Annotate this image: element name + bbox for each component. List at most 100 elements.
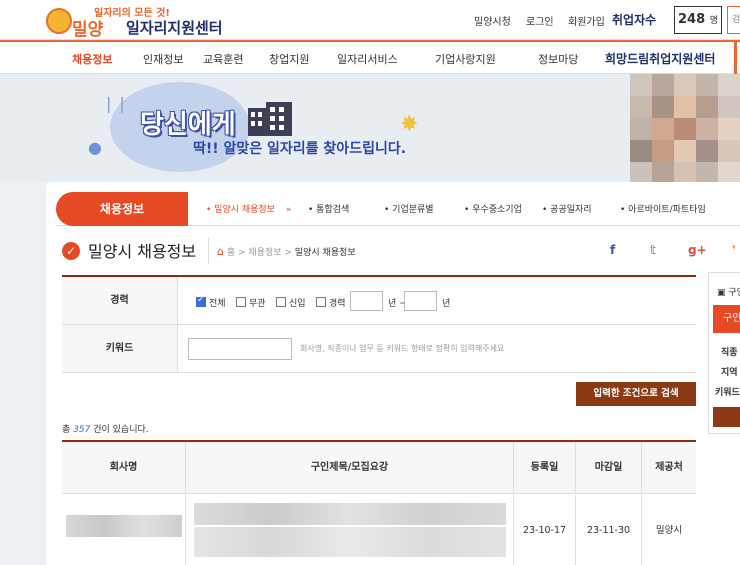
career-option-any[interactable]: 무관 (236, 296, 266, 309)
breadcrumb-jobs[interactable]: 채용정보 (248, 248, 281, 258)
cell-company[interactable] (62, 495, 186, 565)
nav-item-hope-center[interactable]: 희망드림취업지원센터 (605, 50, 715, 67)
side-tab[interactable]: 구인 (713, 305, 740, 333)
subnav-label: 공공일자리 (550, 205, 592, 215)
side-label-keyword: 키워드 (715, 388, 740, 398)
career-option-experienced[interactable]: 경력 (316, 296, 346, 309)
blurred-summary (194, 527, 506, 557)
nav-item-jobs[interactable]: 채용정보 (72, 51, 112, 67)
career-label: 경력 (62, 277, 178, 324)
home-icon[interactable]: ⌂ (217, 245, 224, 258)
col-title: 구인제목/모집요강 (186, 442, 514, 494)
subnav-item-part-time[interactable]: • 아르바이트/파트타임 (620, 202, 706, 215)
banner-subtitle: 딱!! 알맞은 일자리를 찾아드립니다. (193, 141, 407, 157)
search-form: 경력 전체 무관 신입 경력 년 ~ 년 키워드 회사명, 직종이나 업무 등 … (62, 275, 696, 373)
subnav-label: 밀양시 채용정보 (214, 205, 275, 215)
career-option-all[interactable]: 전체 (196, 295, 226, 309)
logo-badge-icon (46, 8, 72, 34)
kakaostory-icon[interactable]: ❜ (732, 243, 736, 257)
title-divider (208, 238, 209, 264)
nav-item-talent[interactable]: 인재정보 (143, 51, 183, 67)
nav-item-job-service[interactable]: 일자리서비스 (337, 51, 398, 67)
link-login[interactable]: 로그인 (526, 13, 554, 28)
keyword-input[interactable] (188, 338, 292, 360)
subnav-main-tab[interactable]: 채용정보 (56, 192, 188, 226)
col-company: 회사명 (62, 442, 186, 494)
check-circle-icon: ✓ (62, 242, 80, 260)
result-suffix: 건이 있습니다. (93, 425, 149, 435)
blurred-title (194, 503, 506, 525)
subnav-item-excellent-sme[interactable]: • 우수중소기업 (464, 202, 522, 215)
search-button[interactable]: 입력한 조건으로 검색 (576, 382, 696, 406)
nav-item-company-support[interactable]: 기업사랑지원 (435, 51, 496, 67)
subnav-label: 통합검색 (316, 205, 350, 215)
content-card: 채용정보 • 밀양시 채용정보 » • 통합검색 • 기업분류별 • 우수중소기… (46, 182, 740, 565)
twitter-icon[interactable]: 𝕥 (650, 243, 656, 257)
breadcrumb-home[interactable]: 홈 (227, 248, 235, 258)
circle-icon: ● (88, 138, 102, 157)
cell-provider: 밀양시 (655, 525, 683, 536)
result-count: 총 357 건이 있습니다. (62, 422, 149, 435)
link-signup[interactable]: 회원가입 (568, 13, 605, 28)
blurred-company-name (66, 515, 182, 537)
subnav-label: 아르바이트/파트타임 (628, 205, 706, 215)
career-year-to-input[interactable] (404, 291, 437, 311)
cell-registered: 23-10-17 (514, 495, 576, 565)
site-logo[interactable]: 일자리의 모든 것! 밀양 일자리지원센터 (46, 4, 223, 40)
career-option-new[interactable]: 신입 (276, 296, 306, 309)
facebook-icon[interactable]: f (610, 243, 615, 257)
side-search-button[interactable] (713, 407, 740, 427)
checkbox-icon[interactable] (236, 297, 246, 307)
subnav-item-public-jobs[interactable]: • 공공일자리 (542, 202, 592, 215)
subnav-item-integrated-search[interactable]: • 통합검색 (308, 202, 349, 215)
checkbox-icon[interactable] (276, 297, 286, 307)
subnav-label: 우수중소기업 (472, 205, 522, 215)
chevron-down-icon: » (285, 205, 292, 215)
page-title: 밀양시 채용정보 (88, 242, 197, 261)
subnav-item-company-category[interactable]: • 기업분류별 (384, 202, 434, 215)
col-registered: 등록일 (514, 442, 576, 494)
option-label: 경력 (329, 299, 346, 309)
result-prefix: 총 (62, 425, 71, 435)
checkbox-icon[interactable] (316, 297, 326, 307)
google-plus-icon[interactable]: g+ (688, 243, 707, 257)
employ-count-label: 취업자수 (612, 13, 657, 27)
year-unit-label: 년 (442, 299, 451, 309)
nav-item-training[interactable]: 교육훈련 (203, 51, 243, 67)
blurred-image (630, 74, 740, 182)
subnav-item-miryang-jobs[interactable]: • 밀양시 채용정보 » (206, 202, 291, 215)
side-quick-search: ▣ 구인 구인 직종 지역 키워드 (708, 272, 740, 434)
option-label: 무관 (249, 299, 266, 309)
option-label: 신입 (289, 299, 306, 309)
col-deadline: 마감일 (576, 442, 642, 494)
side-title-text: 구인 (728, 288, 740, 298)
top-bar: 일자리의 모든 것! 밀양 일자리지원센터 밀양시청 로그인 회원가입 취업자수… (0, 0, 740, 40)
logo-center-name: 일자리지원센터 (126, 19, 223, 37)
nav-item-startup[interactable]: 창업지원 (269, 51, 309, 67)
cell-title[interactable] (186, 495, 514, 565)
side-label-region: 지역 (721, 368, 738, 378)
employ-count-value: 248 (678, 12, 706, 27)
side-label-job-type: 직종 (721, 348, 738, 358)
cell-deadline: 23-11-30 (576, 495, 642, 565)
sparkle-icon: ❘❘ (102, 94, 129, 113)
banner-title: 당신에게 (140, 110, 236, 140)
career-year-from-input[interactable] (350, 291, 383, 311)
career-row: 경력 전체 무관 신입 경력 년 ~ 년 (62, 277, 696, 325)
document-icon: ▣ (717, 288, 726, 298)
top-search-partial[interactable]: 검 (727, 6, 740, 34)
logo-city: 밀양 (72, 20, 104, 40)
result-count-value: 357 (73, 425, 91, 435)
keyword-row: 키워드 회사명, 직종이나 업무 등 키워드 형태로 정확히 입력해주세요 (62, 325, 696, 373)
side-panel-title: ▣ 구인 (717, 285, 740, 298)
link-city-hall[interactable]: 밀양시청 (474, 13, 511, 28)
keyword-hint: 회사명, 직종이나 업무 등 키워드 형태로 정확히 입력해주세요 (300, 344, 505, 353)
employ-count-unit: 명 (709, 16, 718, 26)
col-provider: 제공처 (642, 442, 696, 494)
sub-nav: 채용정보 • 밀양시 채용정보 » • 통합검색 • 기업분류별 • 우수중소기… (56, 192, 740, 226)
job-table: 회사명 구인제목/모집요강 등록일 마감일 제공처 23-10-17 23-11… (62, 440, 696, 565)
page-title-row: ✓ 밀양시 채용정보 ⌂ 홈 > 채용정보 > 밀양시 채용정보 f 𝕥 g+ … (62, 234, 740, 268)
nav-item-info[interactable]: 정보마당 (538, 51, 578, 67)
checkbox-checked-icon[interactable] (196, 295, 206, 307)
building-icon (248, 102, 292, 136)
